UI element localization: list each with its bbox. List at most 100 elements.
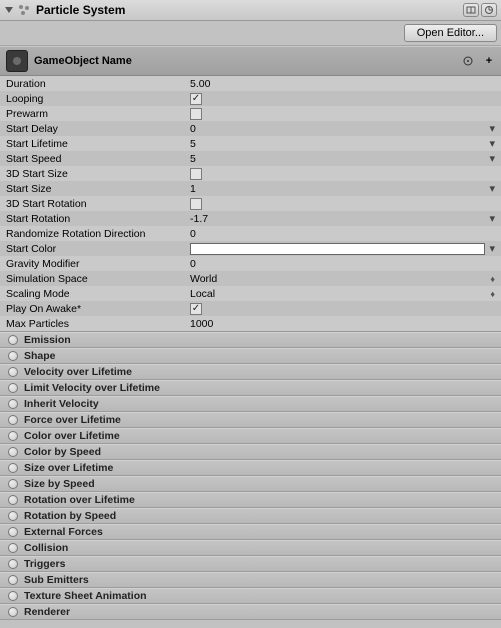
randomize-rotation-field[interactable] <box>190 228 495 240</box>
module-enable-toggle[interactable] <box>8 335 18 345</box>
start-speed-label: Start Speed <box>6 153 190 165</box>
start-color-field[interactable] <box>190 243 485 255</box>
module-enable-toggle[interactable] <box>8 463 18 473</box>
module-collision[interactable]: Collision <box>0 540 501 556</box>
module-label: Sub Emitters <box>24 574 89 586</box>
start-delay-label: Start Delay <box>6 123 190 135</box>
module-enable-toggle[interactable] <box>8 415 18 425</box>
start-lifetime-field[interactable] <box>190 138 485 150</box>
start-size-mode-dropdown[interactable]: ▾ <box>485 182 495 195</box>
scaling-mode-select[interactable]: Local ♦ <box>190 288 495 300</box>
add-button[interactable]: + <box>483 55 495 67</box>
particle-system-icon <box>16 2 32 18</box>
module-color-by-speed[interactable]: Color by Speed <box>0 444 501 460</box>
start-color-label: Start Color <box>6 243 190 255</box>
module-enable-toggle[interactable] <box>8 575 18 585</box>
looping-row: Looping <box>0 91 501 106</box>
module-enable-toggle[interactable] <box>8 607 18 617</box>
module-sub-emitters[interactable]: Sub Emitters <box>0 572 501 588</box>
module-label: Texture Sheet Animation <box>24 590 147 602</box>
max-particles-field[interactable] <box>190 318 495 330</box>
start-size-field[interactable] <box>190 183 485 195</box>
foldout-toggle[interactable] <box>4 5 14 15</box>
module-label: Shape <box>24 350 56 362</box>
resimulate-icon[interactable] <box>461 54 475 68</box>
play-on-awake-label: Play On Awake* <box>6 303 190 315</box>
3d-start-rotation-row: 3D Start Rotation <box>0 196 501 211</box>
module-enable-toggle[interactable] <box>8 383 18 393</box>
prewarm-checkbox[interactable] <box>190 108 202 120</box>
module-enable-toggle[interactable] <box>8 479 18 489</box>
module-rotation-over-lifetime[interactable]: Rotation over Lifetime <box>0 492 501 508</box>
module-inherit-velocity[interactable]: Inherit Velocity <box>0 396 501 412</box>
module-enable-toggle[interactable] <box>8 367 18 377</box>
start-lifetime-mode-dropdown[interactable]: ▾ <box>485 137 495 150</box>
start-color-mode-dropdown[interactable]: ▾ <box>485 242 495 255</box>
module-limit-velocity-over-lifetime[interactable]: Limit Velocity over Lifetime <box>0 380 501 396</box>
context-menu-button[interactable] <box>481 3 497 17</box>
module-enable-toggle[interactable] <box>8 447 18 457</box>
gameobject-name: GameObject Name <box>34 55 457 67</box>
docs-button[interactable] <box>463 3 479 17</box>
module-enable-toggle[interactable] <box>8 495 18 505</box>
start-delay-mode-dropdown[interactable]: ▾ <box>485 122 495 135</box>
start-color-row: Start Color ▾ <box>0 241 501 256</box>
simulation-space-label: Simulation Space <box>6 273 190 285</box>
module-list: Emission Shape Velocity over Lifetime Li… <box>0 332 501 620</box>
play-on-awake-row: Play On Awake* <box>0 301 501 316</box>
max-particles-row: Max Particles <box>0 316 501 331</box>
module-enable-toggle[interactable] <box>8 543 18 553</box>
start-speed-row: Start Speed ▾ <box>0 151 501 166</box>
start-delay-field[interactable] <box>190 123 485 135</box>
module-shape[interactable]: Shape <box>0 348 501 364</box>
3d-start-size-checkbox[interactable] <box>190 168 202 180</box>
start-lifetime-row: Start Lifetime ▾ <box>0 136 501 151</box>
simulation-space-select[interactable]: World ♦ <box>190 273 495 285</box>
module-enable-toggle[interactable] <box>8 399 18 409</box>
gravity-modifier-row: Gravity Modifier <box>0 256 501 271</box>
module-enable-toggle[interactable] <box>8 351 18 361</box>
prewarm-label: Prewarm <box>6 108 190 120</box>
start-delay-row: Start Delay ▾ <box>0 121 501 136</box>
start-lifetime-label: Start Lifetime <box>6 138 190 150</box>
module-renderer[interactable]: Renderer <box>0 604 501 620</box>
start-speed-field[interactable] <box>190 153 485 165</box>
play-on-awake-checkbox[interactable] <box>190 303 202 315</box>
module-size-over-lifetime[interactable]: Size over Lifetime <box>0 460 501 476</box>
gravity-modifier-label: Gravity Modifier <box>6 258 190 270</box>
module-size-by-speed[interactable]: Size by Speed <box>0 476 501 492</box>
start-size-row: Start Size ▾ <box>0 181 501 196</box>
module-enable-toggle[interactable] <box>8 511 18 521</box>
randomize-rotation-label: Randomize Rotation Direction <box>6 228 190 240</box>
module-enable-toggle[interactable] <box>8 591 18 601</box>
module-force-over-lifetime[interactable]: Force over Lifetime <box>0 412 501 428</box>
module-triggers[interactable]: Triggers <box>0 556 501 572</box>
dropdown-icon: ♦ <box>490 289 495 299</box>
looping-checkbox[interactable] <box>190 93 202 105</box>
module-color-over-lifetime[interactable]: Color over Lifetime <box>0 428 501 444</box>
open-editor-button[interactable]: Open Editor... <box>404 24 497 42</box>
scaling-mode-value: Local <box>190 288 215 300</box>
module-external-forces[interactable]: External Forces <box>0 524 501 540</box>
3d-start-rotation-checkbox[interactable] <box>190 198 202 210</box>
module-label: Color by Speed <box>24 446 101 458</box>
start-rotation-label: Start Rotation <box>6 213 190 225</box>
component-title: Particle System <box>36 3 461 17</box>
module-enable-toggle[interactable] <box>8 527 18 537</box>
main-module-header[interactable]: GameObject Name + <box>0 46 501 76</box>
gravity-modifier-field[interactable] <box>190 258 495 270</box>
module-label: Limit Velocity over Lifetime <box>24 382 160 394</box>
3d-start-size-row: 3D Start Size <box>0 166 501 181</box>
module-enable-toggle[interactable] <box>8 431 18 441</box>
preview-thumbnail <box>6 50 28 72</box>
start-speed-mode-dropdown[interactable]: ▾ <box>485 152 495 165</box>
module-texture-sheet-animation[interactable]: Texture Sheet Animation <box>0 588 501 604</box>
start-rotation-mode-dropdown[interactable]: ▾ <box>485 212 495 225</box>
module-enable-toggle[interactable] <box>8 559 18 569</box>
start-rotation-field[interactable] <box>190 213 485 225</box>
module-rotation-by-speed[interactable]: Rotation by Speed <box>0 508 501 524</box>
duration-field[interactable] <box>190 78 495 90</box>
module-emission[interactable]: Emission <box>0 332 501 348</box>
module-velocity-over-lifetime[interactable]: Velocity over Lifetime <box>0 364 501 380</box>
module-label: Size by Speed <box>24 478 95 490</box>
